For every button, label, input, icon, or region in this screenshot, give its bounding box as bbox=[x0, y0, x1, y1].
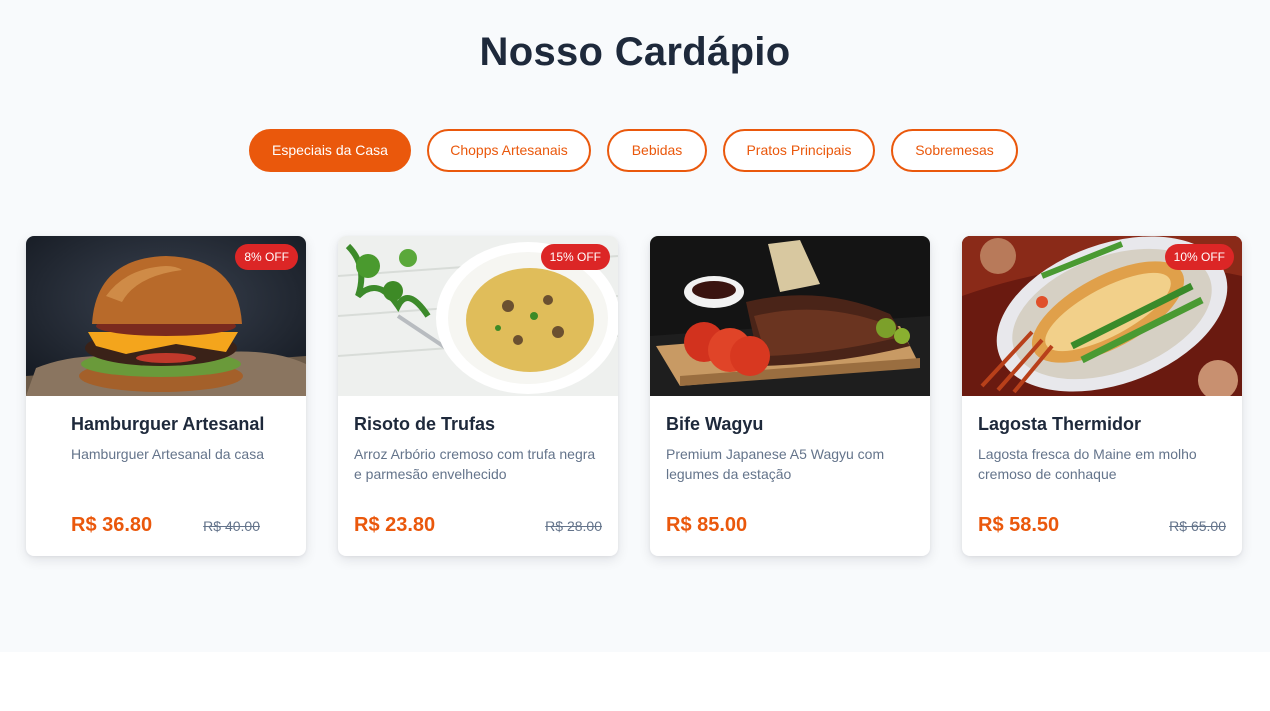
item-name: Lagosta Thermidor bbox=[978, 414, 1142, 434]
item-price: R$ 58.50 bbox=[978, 514, 1060, 536]
item-old-price: R$ 40.00 bbox=[203, 518, 260, 534]
tab-bebidas[interactable]: Bebidas bbox=[607, 129, 707, 172]
tab-pratos-principais[interactable]: Pratos Principais bbox=[723, 129, 875, 172]
item-name: Bife Wagyu bbox=[666, 414, 764, 434]
page-title: Nosso Cardápio bbox=[479, 30, 791, 74]
menu-card-risoto[interactable]: 15% OFF Risoto de Trufas Arroz Arbório c… bbox=[338, 236, 618, 556]
menu-card-bife-wagyu[interactable]: Bife Wagyu Premium Japanese A5 Wagyu com… bbox=[650, 236, 930, 556]
discount-badge: 15% OFF bbox=[540, 244, 610, 270]
item-old-price: R$ 28.00 bbox=[545, 518, 602, 534]
item-name: Hamburguer Artesanal bbox=[71, 414, 265, 434]
category-tabs: Especiais da Casa Chopps Artesanais Bebi… bbox=[0, 129, 1270, 172]
item-description: Arroz Arbório cremoso com trufa negra e … bbox=[354, 446, 596, 482]
item-description: Premium Japanese A5 Wagyu com legumes da… bbox=[666, 446, 885, 482]
item-description: Hamburguer Artesanal da casa bbox=[71, 446, 264, 462]
ribs-photo-icon bbox=[650, 236, 930, 396]
item-name: Risoto de Trufas bbox=[354, 414, 496, 434]
menu-card-lagosta[interactable]: 10% OFF Lagosta Thermidor Lagosta fresca… bbox=[962, 236, 1242, 556]
item-price: R$ 85.00 bbox=[666, 514, 748, 536]
tab-chopps-artesanais[interactable]: Chopps Artesanais bbox=[427, 129, 591, 172]
item-old-price: R$ 65.00 bbox=[1169, 518, 1226, 534]
discount-badge: 10% OFF bbox=[1164, 244, 1234, 270]
item-price: R$ 36.80 bbox=[71, 514, 153, 536]
tab-sobremesas[interactable]: Sobremesas bbox=[891, 129, 1018, 172]
item-price: R$ 23.80 bbox=[354, 514, 436, 536]
tab-especiais-da-casa[interactable]: Especiais da Casa bbox=[249, 129, 411, 172]
discount-badge: 8% OFF bbox=[235, 244, 298, 270]
item-description: Lagosta fresca do Maine em molho cremoso… bbox=[978, 446, 1197, 482]
menu-card-hamburguer[interactable]: 8% OFF Hamburguer Artesanal Hamburguer A… bbox=[26, 236, 306, 556]
menu-section: Nosso Cardápio Especiais da Casa Chopps … bbox=[0, 0, 1270, 652]
